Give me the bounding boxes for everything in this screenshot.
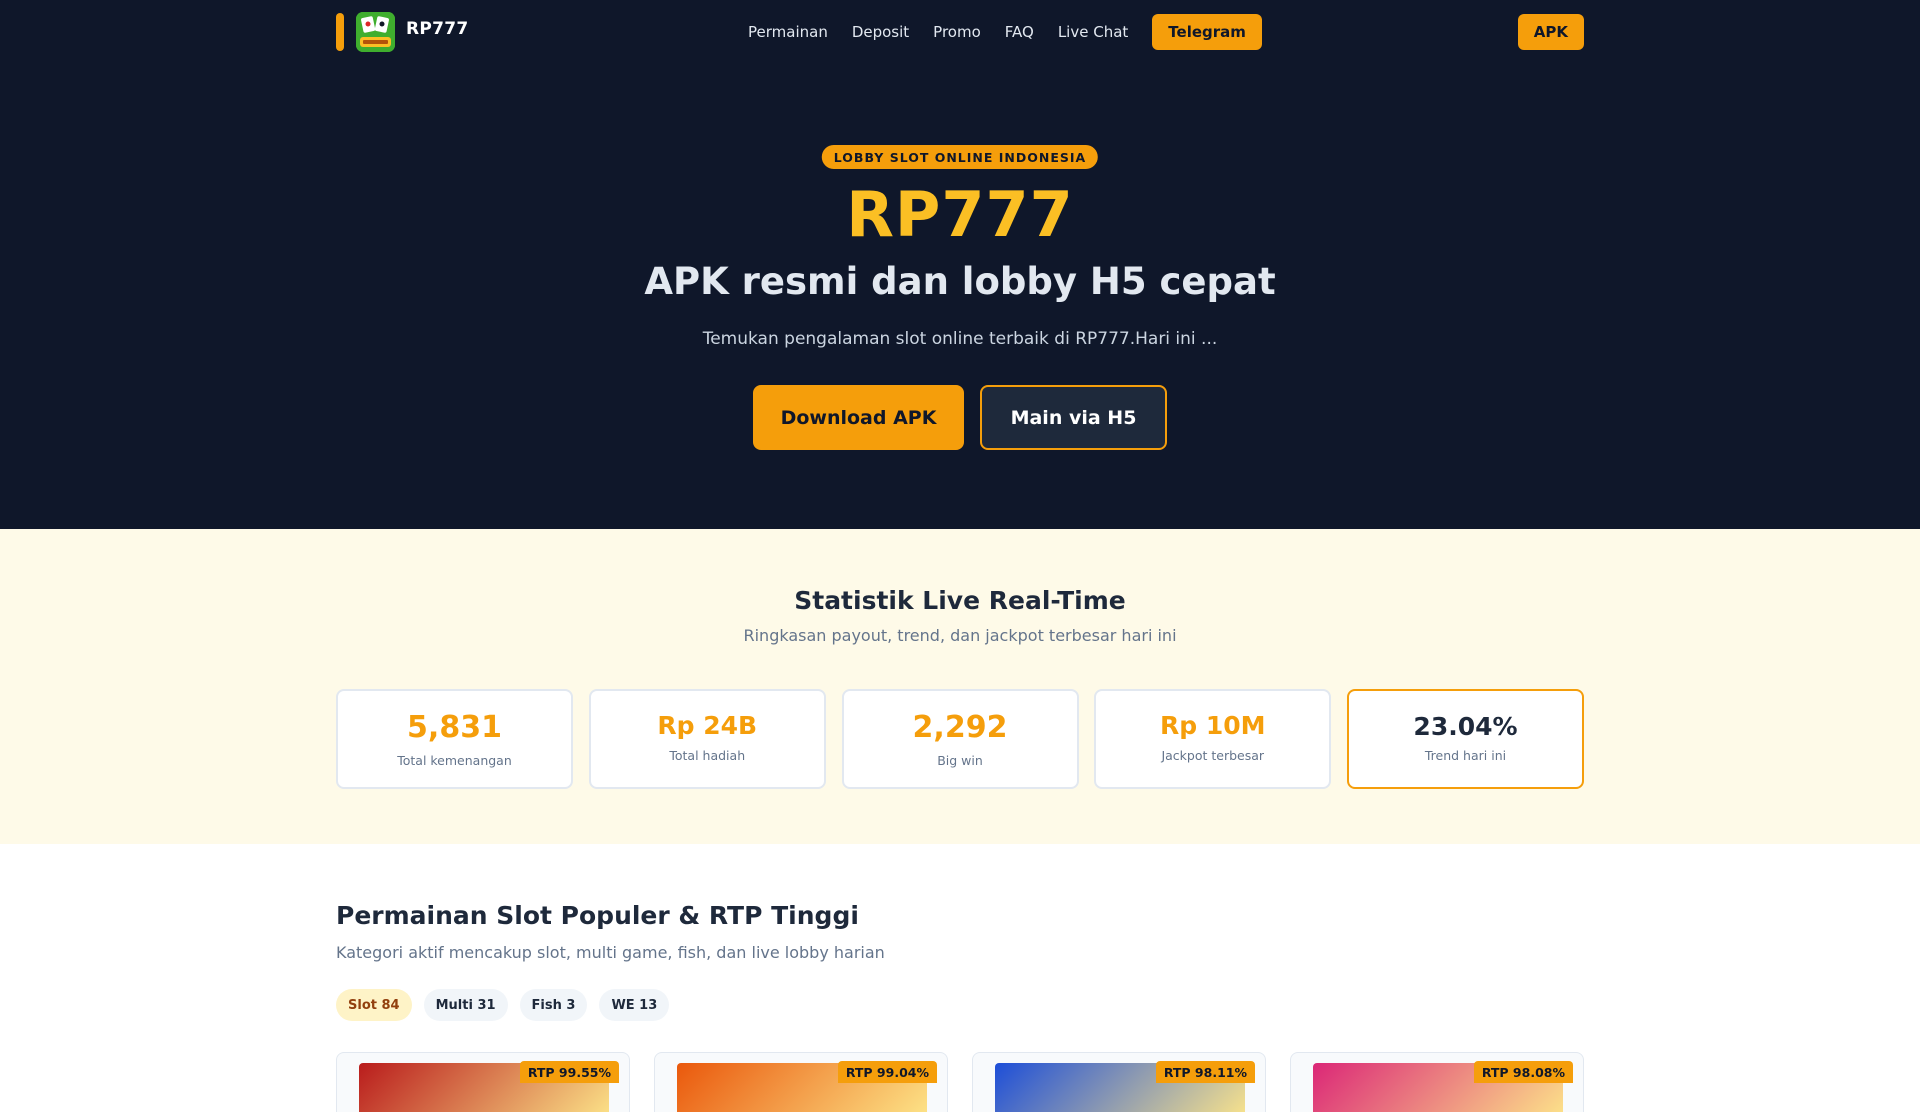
nav-link-deposit[interactable]: Deposit xyxy=(852,23,909,41)
games-subtitle: Kategori aktif mencakup slot, multi game… xyxy=(336,943,885,962)
logo-accent-bar xyxy=(336,13,344,51)
stat-card-total-prize: Rp 24B Total hadiah xyxy=(588,689,826,789)
hero-title: RP777 xyxy=(846,178,1074,251)
stat-label: Big win xyxy=(937,753,983,768)
stats-grid: 5,831 Total kemenangan Rp 24B Total hadi… xyxy=(336,689,1584,789)
chip-slot[interactable]: Slot 84 xyxy=(336,989,412,1021)
hero-buttons: Download APK Main via H5 xyxy=(0,385,1920,450)
stat-value: 23.04% xyxy=(1413,712,1518,741)
hero-badge: LOBBY SLOT ONLINE INDONESIA xyxy=(821,145,1099,169)
stats-section: Statistik Live Real-Time Ringkasan payou… xyxy=(0,529,1920,844)
game-card-row: RTP 99.55% RTP 99.04% RTP 98.11% RTP 98.… xyxy=(336,1052,1584,1112)
games-title: Permainan Slot Populer & RTP Tinggi xyxy=(336,901,859,930)
stat-value: Rp 10M xyxy=(1159,711,1266,740)
hero-description: Temukan pengalaman slot online terbaik d… xyxy=(702,329,1218,349)
games-inner: Permainan Slot Populer & RTP Tinggi Kate… xyxy=(336,844,1584,1112)
stat-value: 5,831 xyxy=(407,710,502,745)
stat-card-jackpot: Rp 10M Jackpot terbesar xyxy=(1094,689,1332,789)
stat-label: Jackpot terbesar xyxy=(1161,748,1265,763)
telegram-button[interactable]: Telegram xyxy=(1152,13,1262,50)
stat-card-big-win: 2,292 Big win xyxy=(841,689,1079,789)
hero-subtitle: APK resmi dan lobby H5 cepat xyxy=(644,260,1276,303)
play-h5-button[interactable]: Main via H5 xyxy=(980,385,1167,450)
chip-fish[interactable]: Fish 3 xyxy=(519,989,588,1021)
stat-card-trend: 23.04% Trend hari ini xyxy=(1347,689,1584,789)
stats-title: Statistik Live Real-Time xyxy=(794,586,1126,615)
download-apk-button[interactable]: Download APK xyxy=(753,385,964,450)
game-card[interactable]: RTP 98.08% xyxy=(1290,1052,1584,1112)
top-navbar: RP777 Permainan Deposit Promo FAQ Live C… xyxy=(0,0,1920,63)
brand-name[interactable]: RP777 xyxy=(406,19,469,39)
stats-subtitle: Ringkasan payout, trend, dan jackpot ter… xyxy=(743,626,1177,645)
category-chips: Slot 84 Multi 31 Fish 3 WE 13 xyxy=(336,989,681,1021)
brand-logo-icon[interactable] xyxy=(356,12,395,52)
nav-link-live-chat[interactable]: Live Chat xyxy=(1058,23,1128,41)
game-card[interactable]: RTP 99.55% xyxy=(336,1052,630,1112)
hero-section: LOBBY SLOT ONLINE INDONESIA RP777 APK re… xyxy=(0,63,1920,529)
nav-link-permainan[interactable]: Permainan xyxy=(748,23,828,41)
chip-we[interactable]: WE 13 xyxy=(599,989,670,1021)
nav-link-promo[interactable]: Promo xyxy=(933,23,981,41)
chip-multi[interactable]: Multi 31 xyxy=(423,989,508,1021)
games-section: Permainan Slot Populer & RTP Tinggi Kate… xyxy=(0,844,1920,1112)
stat-label: Total kemenangan xyxy=(397,753,512,768)
navbar-inner: RP777 Permainan Deposit Promo FAQ Live C… xyxy=(336,0,1584,63)
stat-card-total-wins: 5,831 Total kemenangan xyxy=(336,689,573,789)
stat-value: 2,292 xyxy=(912,710,1008,745)
stat-label: Trend hari ini xyxy=(1424,748,1507,763)
game-card[interactable]: RTP 99.04% xyxy=(654,1052,948,1112)
nav-link-faq[interactable]: FAQ xyxy=(1005,23,1034,41)
nav-links: Permainan Deposit Promo FAQ Live Chat Te… xyxy=(748,0,1262,63)
apk-nav-button[interactable]: APK xyxy=(1517,14,1584,50)
stat-value: Rp 24B xyxy=(657,711,758,740)
stat-label: Total hadiah xyxy=(669,748,746,763)
game-card[interactable]: RTP 98.11% xyxy=(972,1052,1266,1112)
